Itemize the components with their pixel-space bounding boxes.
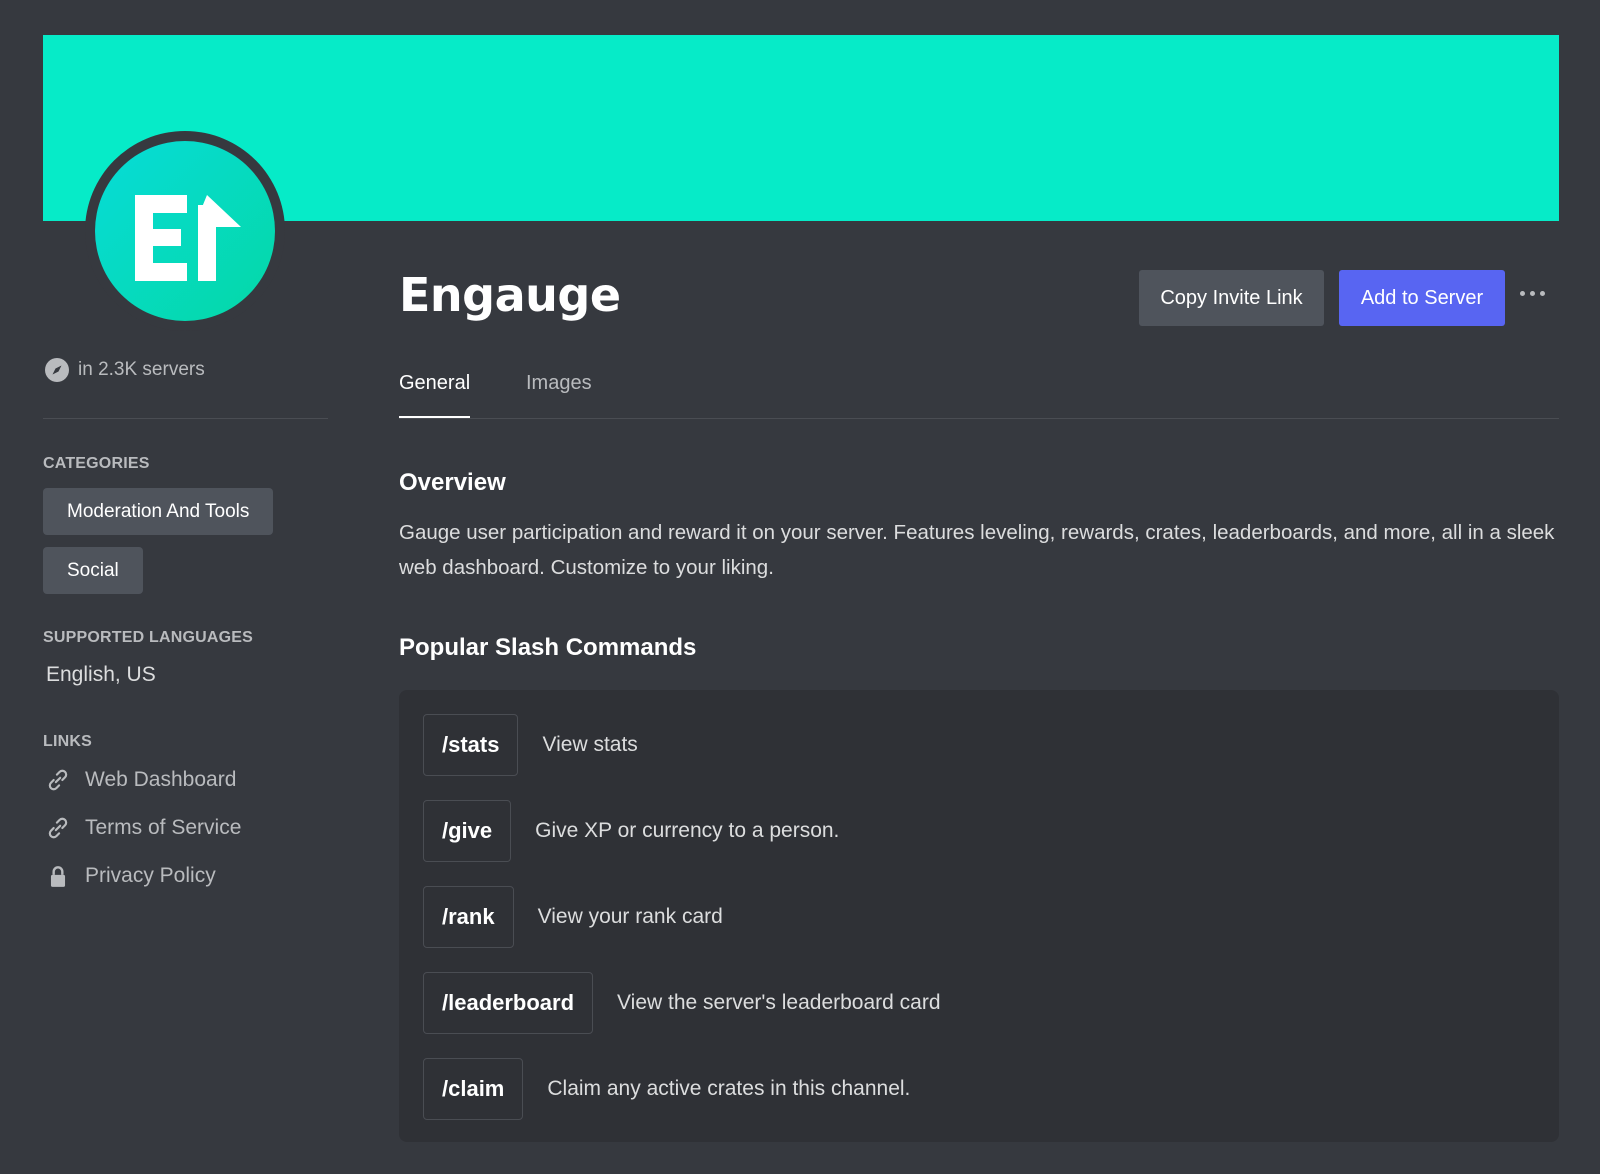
- category-chip-social[interactable]: Social: [43, 547, 143, 594]
- link-privacy-policy[interactable]: Privacy Policy: [45, 863, 216, 889]
- command-name[interactable]: /leaderboard: [423, 972, 594, 1034]
- link-label: Terms of Service: [85, 816, 242, 839]
- link-icon: [48, 769, 68, 791]
- link-label: Web Dashboard: [85, 768, 237, 791]
- command-row: /claim Claim any active crates in this c…: [423, 1058, 910, 1120]
- overview-heading: Overview: [399, 469, 506, 496]
- bot-avatar: [95, 141, 275, 321]
- compass-icon: [45, 358, 69, 382]
- tab-divider: [399, 418, 1559, 419]
- link-web-dashboard[interactable]: Web Dashboard: [45, 767, 236, 793]
- link-label: Privacy Policy: [85, 864, 216, 887]
- tab-general[interactable]: General: [399, 372, 471, 419]
- command-row: /stats View stats: [423, 714, 638, 776]
- server-count: in 2.3K servers: [45, 358, 205, 382]
- lock-icon: [50, 866, 66, 887]
- command-description: Claim any active crates in this channel.: [547, 1077, 911, 1100]
- languages-heading: SUPPORTED LANGUAGES: [43, 629, 254, 646]
- tab-bar: General Images: [399, 372, 1559, 420]
- command-description: Give XP or currency to a person.: [535, 819, 840, 842]
- bot-name: Engauge: [399, 268, 621, 322]
- supported-languages: English, US: [46, 663, 156, 686]
- category-chip-moderation[interactable]: Moderation And Tools: [43, 488, 274, 535]
- command-row: /give Give XP or currency to a person.: [423, 800, 839, 862]
- link-terms-of-service[interactable]: Terms of Service: [45, 815, 241, 841]
- link-icon: [48, 817, 68, 839]
- command-name[interactable]: /stats: [423, 714, 519, 776]
- command-name[interactable]: /give: [423, 800, 512, 862]
- command-name[interactable]: /rank: [423, 886, 514, 948]
- engauge-logo-icon: [135, 195, 241, 281]
- categories-heading: CATEGORIES: [43, 455, 150, 472]
- more-dots-icon[interactable]: [1520, 286, 1550, 300]
- overview-text: Gauge user participation and reward it o…: [399, 521, 1555, 579]
- command-description: View stats: [542, 733, 638, 756]
- slash-commands-panel: /stats View stats /give Give XP or curre…: [399, 690, 1559, 1142]
- command-name[interactable]: /claim: [423, 1058, 524, 1120]
- copy-invite-link-button[interactable]: Copy Invite Link: [1139, 270, 1324, 326]
- command-row: /rank View your rank card: [423, 886, 723, 948]
- tab-images[interactable]: Images: [526, 372, 592, 416]
- command-description: View your rank card: [537, 905, 723, 928]
- sidebar-divider: [43, 418, 328, 419]
- command-row: /leaderboard View the server's leaderboa…: [423, 972, 941, 1034]
- links-heading: LINKS: [43, 733, 92, 750]
- command-description: View the server's leaderboard card: [617, 991, 941, 1014]
- add-to-server-button[interactable]: Add to Server: [1339, 270, 1505, 326]
- slash-commands-heading: Popular Slash Commands: [399, 634, 697, 661]
- server-count-text: in 2.3K servers: [78, 359, 205, 380]
